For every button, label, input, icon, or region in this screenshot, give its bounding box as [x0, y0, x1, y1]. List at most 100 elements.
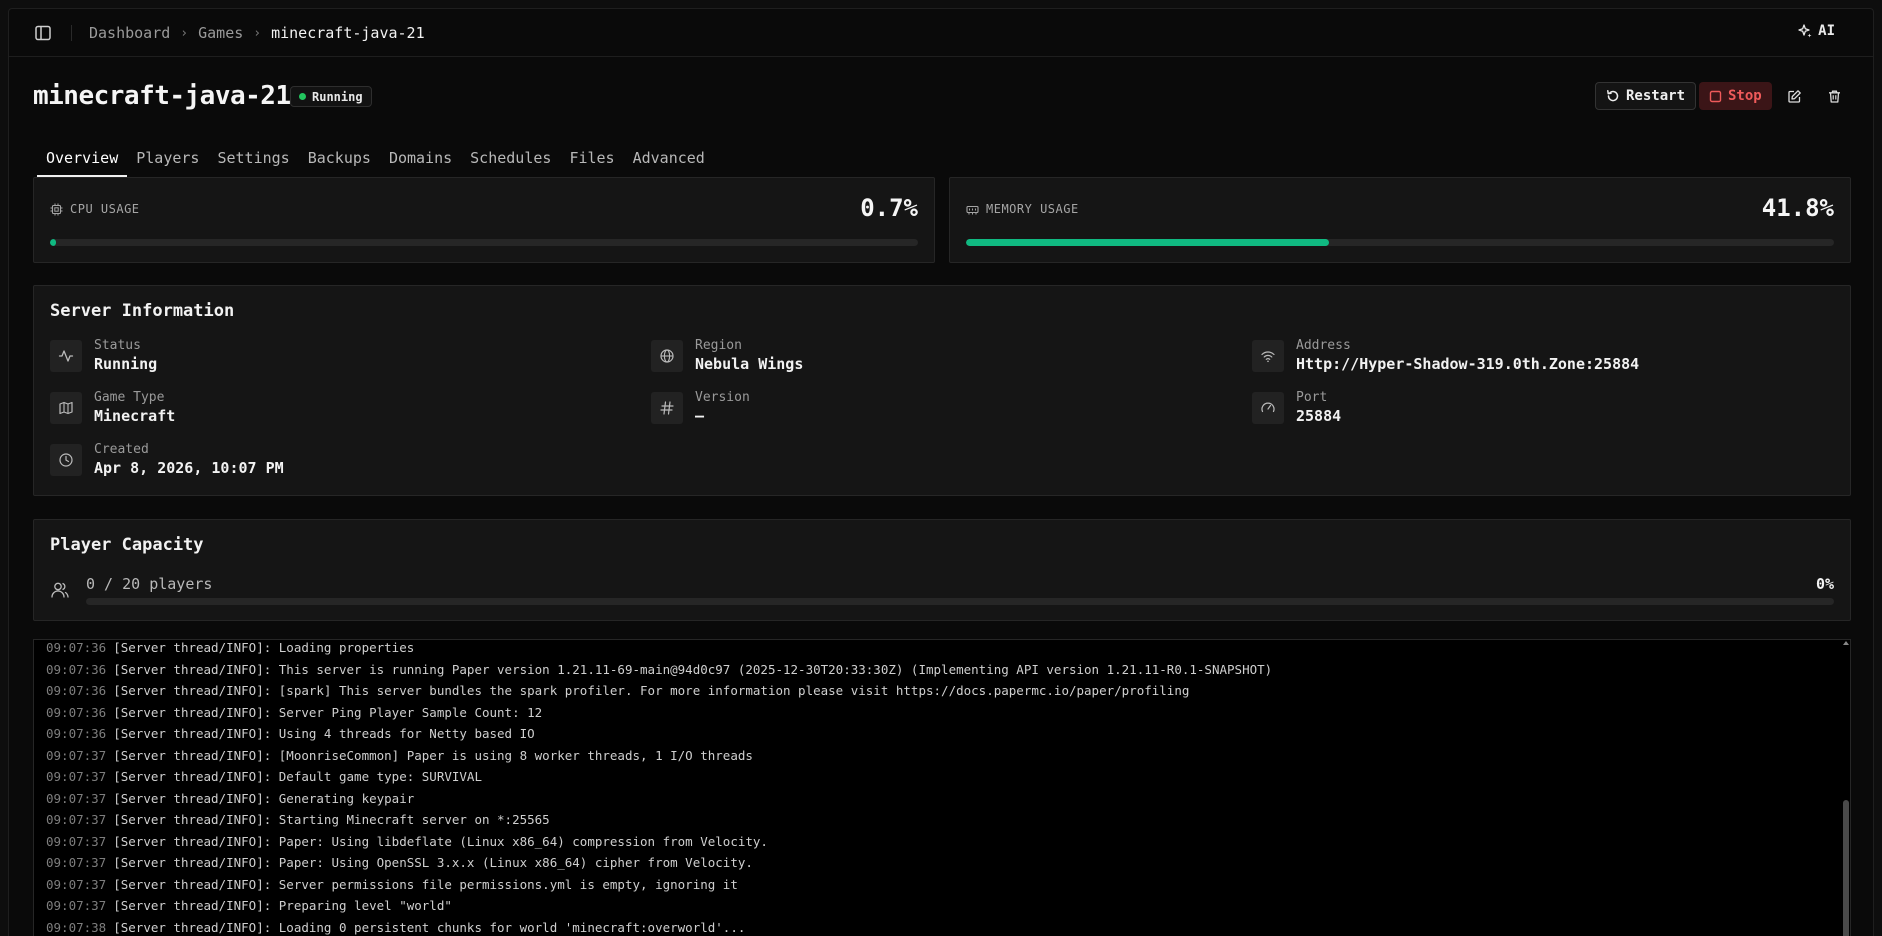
- square-icon: [1709, 90, 1722, 103]
- console-message: [Server thread/INFO]: Loading properties: [113, 640, 415, 655]
- tab-schedules[interactable]: Schedules: [461, 143, 560, 177]
- breadcrumb: Dashboard › Games › minecraft-java-21: [89, 24, 425, 42]
- cpu-usage-heading: CPU USAGE: [50, 202, 140, 216]
- breadcrumb-dashboard[interactable]: Dashboard: [89, 24, 170, 42]
- trash-icon: [1827, 89, 1842, 104]
- globe-icon: [651, 340, 683, 372]
- tab-players[interactable]: Players: [127, 143, 208, 177]
- console-message: [Server thread/INFO]: Default game type:…: [113, 769, 482, 784]
- memory-usage-value: 41.8%: [1761, 194, 1834, 222]
- player-capacity-percent: 0%: [1815, 575, 1834, 593]
- info-address-value[interactable]: Http://Hyper-Shadow-319.0th.Zone:25884: [1296, 354, 1639, 374]
- console-timestamp: 09:07:36: [46, 683, 107, 698]
- tab-bar: Overview Players Settings Backups Domain…: [37, 143, 714, 177]
- console-timestamp: 09:07:37: [46, 790, 107, 806]
- console-timestamp: 09:07:38: [46, 919, 107, 935]
- status-badge: Running: [290, 86, 372, 107]
- console-timestamp: 09:07:37: [46, 855, 107, 870]
- console-line: 09:07:36 [Server thread/INFO]: This serve…: [34, 659, 1272, 681]
- tab-overview[interactable]: Overview: [37, 143, 128, 177]
- info-region-label: Region: [695, 338, 742, 353]
- console-timestamp: 09:07:36: [46, 726, 107, 741]
- top-divider: [71, 25, 72, 41]
- console-line: 09:07:36 [Server thread/INFO]: Using 4 th…: [34, 723, 1272, 745]
- map-icon: [50, 392, 82, 424]
- users-icon: [50, 580, 70, 600]
- edit-icon: [1787, 89, 1802, 104]
- sparkles-icon: [1797, 23, 1813, 39]
- tab-backups[interactable]: Backups: [299, 143, 380, 177]
- player-capacity-bar: [86, 598, 1834, 605]
- tab-settings[interactable]: Settings: [208, 143, 298, 177]
- tab-advanced[interactable]: Advanced: [624, 143, 714, 177]
- info-address: Address Http://Hyper-Shadow-319.0th.Zone…: [1252, 338, 1639, 374]
- activity-icon: [50, 340, 82, 372]
- player-capacity-card: Player Capacity 0 / 20 players 0%: [33, 519, 1851, 621]
- console-timestamp: 09:07:37: [46, 898, 107, 913]
- console-line: 09:07:38 [Server thread/INFO]: Loading 0 …: [34, 917, 1272, 936]
- cpu-usage-bar-fill: [50, 239, 57, 246]
- info-game-type-value: Minecraft: [94, 407, 176, 425]
- cpu-usage-value: 0.7%: [860, 194, 918, 222]
- memory-icon: [966, 203, 979, 216]
- server-info-title: Server Information: [50, 301, 235, 321]
- cpu-icon: [50, 203, 63, 216]
- info-region-value: Nebula Wings: [695, 355, 804, 373]
- console-message: [Server thread/INFO]: Paper: Using libde…: [113, 833, 768, 849]
- status-badge-label: Running: [312, 89, 363, 104]
- info-status: Status Running: [50, 338, 157, 374]
- player-count-text: 0 / 20 players: [86, 575, 213, 593]
- info-game-type: Game Type Minecraft: [50, 390, 175, 426]
- breadcrumb-current: minecraft-java-21: [271, 24, 425, 42]
- console-timestamp: 09:07:37: [46, 876, 107, 892]
- sidebar-toggle-icon[interactable]: [33, 23, 53, 43]
- memory-usage-heading: MEMORY USAGE: [966, 202, 1079, 216]
- cpu-usage-bar: [50, 239, 918, 246]
- console-message: [Server thread/INFO]: Server Ping Player…: [113, 704, 543, 720]
- console-timestamp: 09:07:37: [46, 833, 107, 849]
- scroll-up-icon[interactable]: [1843, 641, 1849, 645]
- info-status-value: Running: [94, 355, 158, 373]
- chevron-right-icon: ›: [180, 25, 189, 41]
- console-line: 09:07:36 [Server thread/INFO]: [spark] Th…: [34, 680, 1272, 702]
- console-scroll-thumb[interactable]: [1843, 800, 1849, 936]
- console-timestamp: 09:07:37: [46, 747, 107, 763]
- console-message: [Server thread/INFO]: [MoonriseCommon] P…: [113, 747, 753, 763]
- app-frame: Dashboard › Games › minecraft-java-21 AI…: [8, 8, 1874, 936]
- hash-icon: [651, 392, 683, 424]
- info-created: Created Apr 8, 2026, 10:07 PM: [50, 442, 284, 478]
- tab-domains[interactable]: Domains: [380, 143, 461, 177]
- console-line: 09:07:37 [Server thread/INFO]: Generating…: [34, 788, 1272, 810]
- restart-button[interactable]: Restart: [1595, 82, 1697, 110]
- wifi-icon: [1252, 340, 1284, 372]
- console-message: [Server thread/INFO]: Starting Minecraft…: [113, 812, 550, 827]
- edit-button[interactable]: [1783, 85, 1805, 107]
- console-scrollbar[interactable]: [1842, 640, 1850, 936]
- info-created-value: Apr 8, 2026, 10:07 PM: [94, 459, 284, 477]
- console-timestamp: 09:07:37: [46, 812, 107, 827]
- cpu-usage-label: CPU USAGE: [70, 202, 140, 216]
- tab-files[interactable]: Files: [560, 143, 623, 177]
- console-line: 09:07:37 [Server thread/INFO]: Server per…: [34, 874, 1272, 896]
- memory-usage-card: MEMORY USAGE 41.8%: [949, 177, 1851, 263]
- console-message: [Server thread/INFO]: Loading 0 persiste…: [113, 919, 746, 935]
- console-message: [Server thread/INFO]: Paper: Using OpenS…: [113, 855, 753, 870]
- info-port-label: Port: [1296, 390, 1328, 405]
- console-timestamp: 09:07:36: [46, 661, 107, 677]
- chevron-right-icon: ›: [253, 25, 262, 41]
- breadcrumb-games[interactable]: Games: [198, 24, 243, 42]
- server-console[interactable]: 09:07:36 [Server thread/INFO]: Loading pr…: [33, 639, 1851, 936]
- page-title: minecraft-java-21: [33, 81, 291, 111]
- console-line: 09:07:36 [Server thread/INFO]: Loading pr…: [34, 640, 1272, 659]
- info-port-value: 25884: [1296, 407, 1342, 425]
- stop-button[interactable]: Stop: [1699, 82, 1772, 110]
- ai-button[interactable]: AI: [1797, 23, 1835, 39]
- console-line: 09:07:36 [Server thread/INFO]: Server Pin…: [34, 702, 1272, 724]
- delete-button[interactable]: [1823, 85, 1845, 107]
- console-line: 09:07:37 [Server thread/INFO]: Default ga…: [34, 766, 1272, 788]
- console-message: [Server thread/INFO]: Preparing level "w…: [113, 898, 452, 913]
- info-version-value: —: [695, 407, 705, 425]
- console-line: 09:07:37 [Server thread/INFO]: Starting M…: [34, 809, 1272, 831]
- info-port: Port 25884: [1252, 390, 1341, 426]
- info-status-label: Status: [94, 338, 141, 353]
